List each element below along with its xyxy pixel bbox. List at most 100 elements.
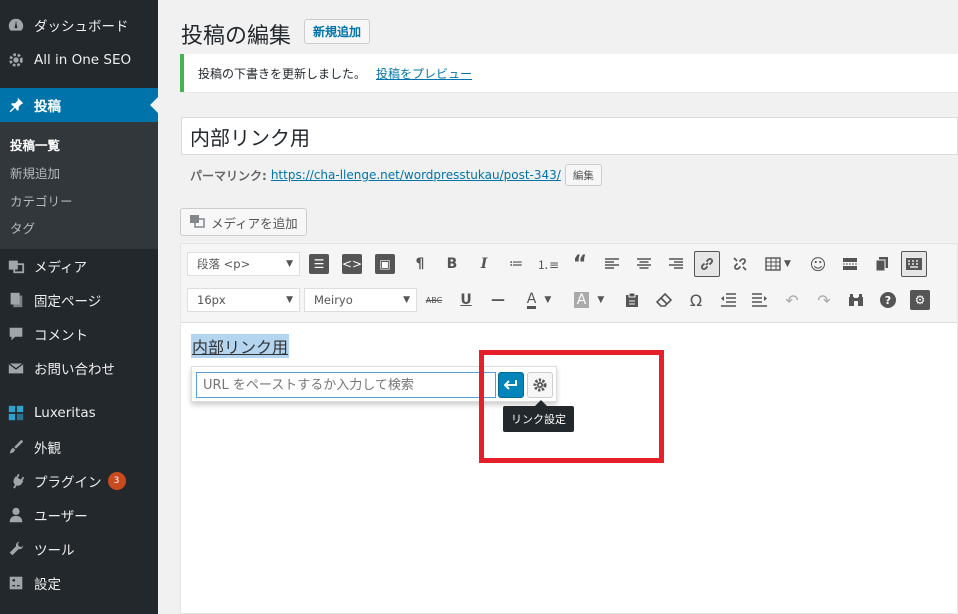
editor-toolbar: 段落 <p> ▼ ☰ <> ▣ ¶ B I ≔ ⒈≡ “ ▼ ☺ 16px ▼ …	[181, 244, 957, 323]
menu-settings[interactable]: 設定	[0, 566, 158, 600]
menu-plugins[interactable]: プラグイン 3	[0, 464, 158, 498]
menu-pages[interactable]: 固定ページ	[0, 283, 158, 317]
submenu-categories[interactable]: カテゴリー	[10, 191, 73, 210]
bold-icon: B	[446, 256, 458, 272]
italic-button[interactable]: I	[471, 251, 497, 277]
horizontal-rule-button[interactable]: —	[485, 287, 511, 313]
menu-users[interactable]: ユーザー	[0, 498, 158, 532]
submenu-add-new[interactable]: 新規追加	[10, 163, 60, 182]
menu-contact[interactable]: お問い合わせ	[0, 351, 158, 385]
menu-label: ツール	[34, 543, 75, 559]
table-button[interactable]: ▼	[759, 251, 797, 277]
unlink-icon	[733, 257, 747, 271]
underline-button[interactable]: U	[453, 287, 479, 313]
insert-link-button[interactable]	[694, 251, 720, 277]
bullet-list-button[interactable]: ≔	[503, 251, 529, 277]
text-color-icon: A	[526, 290, 537, 309]
permalink-row: パーマリンク: https://cha-llenge.net/wordpress…	[190, 163, 602, 187]
format-select[interactable]: 段落 <p> ▼	[187, 252, 300, 276]
wrench-icon	[6, 539, 26, 559]
clear-formatting-button[interactable]	[651, 287, 677, 313]
toolbar-toggle-button[interactable]: ☰	[306, 251, 332, 277]
undo-icon: ↶	[785, 290, 799, 310]
submenu-all-posts[interactable]: 投稿一覧	[10, 135, 60, 154]
menu-posts[interactable]: 投稿	[0, 88, 158, 122]
read-more-icon	[843, 258, 857, 270]
chevron-down-icon: ▼	[286, 295, 293, 305]
page-title: 投稿の編集	[181, 24, 292, 49]
keyboard-button[interactable]	[901, 251, 927, 277]
blockquote-button[interactable]: “	[567, 251, 593, 277]
help-button[interactable]: ?	[875, 287, 901, 313]
link-url-input[interactable]	[196, 372, 496, 398]
menu-label: 投稿	[34, 99, 61, 115]
menu-luxeritas[interactable]: Luxeritas	[0, 396, 158, 430]
user-icon	[6, 505, 26, 525]
post-title-input[interactable]	[181, 117, 958, 155]
outdent-button[interactable]	[715, 287, 741, 313]
align-left-icon	[605, 258, 619, 269]
chevron-down-icon: ▼	[544, 295, 552, 305]
omega-icon: Ω	[689, 290, 703, 310]
menu-all-in-one-seo[interactable]: All in One SEO	[0, 43, 158, 77]
redo-button[interactable]: ↷	[811, 287, 837, 313]
kitchen-sink-icon: ☰	[309, 254, 329, 274]
selected-content-text[interactable]: 内部リンク用	[191, 334, 290, 358]
table-icon	[765, 257, 781, 271]
menu-tools[interactable]: ツール	[0, 532, 158, 566]
menu-appearance[interactable]: 外観	[0, 430, 158, 464]
format-select-value: 段落 <p>	[197, 257, 251, 271]
read-more-button[interactable]	[837, 251, 863, 277]
media-icon	[6, 256, 26, 276]
paragraph-button[interactable]: ¶	[407, 251, 433, 277]
smiley-icon: ☺	[809, 254, 827, 274]
menu-media[interactable]: メディア	[0, 249, 158, 283]
luxeritas-icon	[6, 403, 26, 423]
numbered-list-icon: ⒈≡	[536, 257, 560, 272]
menu-label: コメント	[34, 328, 88, 344]
eraser-icon	[656, 293, 672, 307]
permalink-url[interactable]: https://cha-llenge.net/wordpresstukau/po…	[271, 168, 561, 182]
image-button[interactable]: ▣	[372, 251, 398, 277]
italic-icon: I	[480, 256, 488, 272]
background-color-button[interactable]: A ▼	[567, 287, 611, 313]
binoculars-icon	[849, 294, 863, 306]
keyboard-icon	[906, 258, 922, 270]
font-family-select[interactable]: Meiryo ▼	[304, 288, 417, 312]
special-character-button[interactable]: Ω	[683, 287, 709, 313]
menu-label: All in One SEO	[34, 52, 132, 68]
add-new-button[interactable]: 新規追加	[304, 19, 371, 44]
submenu-tags[interactable]: タグ	[10, 218, 35, 237]
add-media-button[interactable]: メディアを追加	[180, 208, 307, 236]
clipboard-icon	[626, 292, 638, 307]
indent-button[interactable]	[747, 287, 773, 313]
pushpin-icon	[6, 95, 26, 115]
menu-comments[interactable]: コメント	[0, 317, 158, 351]
align-left-button[interactable]	[599, 251, 625, 277]
strikethrough-button[interactable]: ABC	[421, 287, 447, 313]
unlink-button[interactable]	[727, 251, 753, 277]
numbered-list-button[interactable]: ⒈≡	[535, 251, 561, 277]
align-center-button[interactable]	[631, 251, 657, 277]
emoji-button[interactable]: ☺	[805, 251, 831, 277]
undo-button[interactable]: ↶	[779, 287, 805, 313]
font-size-select[interactable]: 16px ▼	[187, 288, 300, 312]
align-right-icon	[669, 258, 683, 269]
editor-settings-button[interactable]: ⚙	[907, 287, 933, 313]
edit-permalink-button[interactable]: 編集	[564, 164, 602, 186]
preview-link[interactable]: 投稿をプレビュー	[376, 65, 472, 82]
chevron-down-icon: ▼	[286, 259, 293, 269]
align-right-button[interactable]	[663, 251, 689, 277]
menu-label: Luxeritas	[34, 405, 96, 421]
code-button[interactable]: <>	[339, 251, 365, 277]
find-replace-button[interactable]	[843, 287, 869, 313]
bold-button[interactable]: B	[439, 251, 465, 277]
add-media-label: メディアを追加	[211, 215, 298, 231]
settings-icon	[6, 573, 26, 593]
menu-dashboard[interactable]: ダッシュボード	[0, 8, 158, 42]
pilcrow-icon: ¶	[415, 256, 425, 272]
paintbrush-icon	[6, 437, 26, 457]
text-color-button[interactable]: A ▼	[517, 287, 561, 313]
paste-text-button[interactable]	[619, 287, 645, 313]
page-break-button[interactable]	[869, 251, 895, 277]
